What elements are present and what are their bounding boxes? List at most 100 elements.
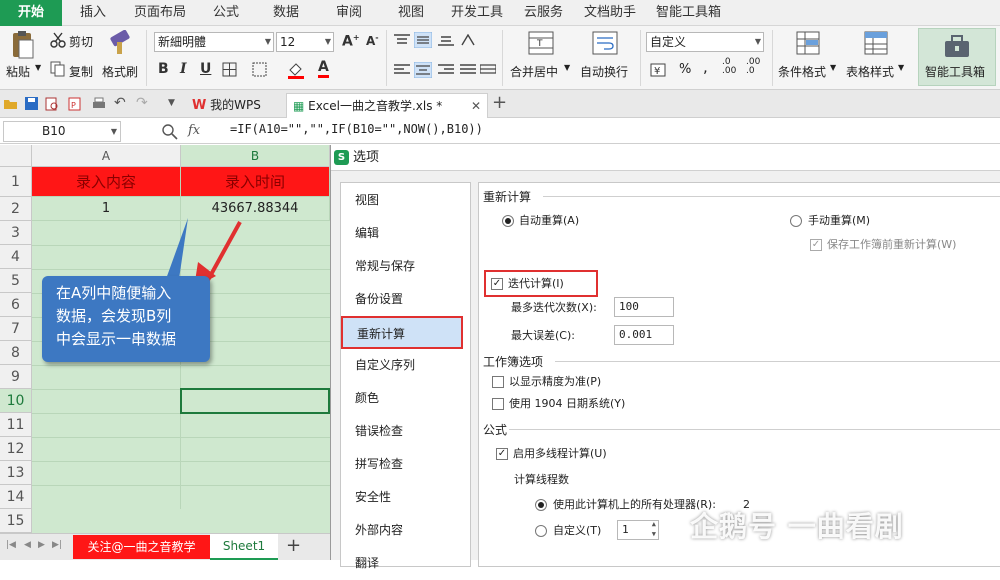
date1904-checkbox[interactable]	[492, 398, 504, 410]
max-change-input[interactable]: 0.001	[614, 325, 674, 345]
grow-font-icon[interactable]: A+	[342, 33, 360, 50]
number-format-select[interactable]: 自定义 ▼	[646, 32, 764, 52]
save-recalc-checkbox[interactable]: ✓	[810, 239, 822, 251]
row-header[interactable]: 8	[0, 341, 32, 365]
use-all-radio[interactable]	[535, 499, 547, 511]
cell-b1[interactable]: 录入时间	[181, 167, 330, 197]
row-header[interactable]: 2	[0, 197, 32, 221]
distributed-icon[interactable]	[480, 64, 496, 76]
column-header-a[interactable]: A	[32, 145, 181, 167]
row-header[interactable]: 6	[0, 293, 32, 317]
row-header[interactable]: 7	[0, 317, 32, 341]
open-folder-icon[interactable]	[4, 98, 18, 110]
tab-page-layout[interactable]: 页面布局	[134, 0, 186, 26]
row-header[interactable]: 4	[0, 245, 32, 269]
multithread-checkbox[interactable]: ✓	[496, 448, 508, 460]
copy-icon[interactable]	[50, 61, 66, 77]
tab-data[interactable]: 数据	[273, 0, 299, 26]
nav-recalculation[interactable]: 重新计算	[341, 316, 463, 349]
zoom-icon[interactable]	[162, 124, 178, 140]
row-header[interactable]: 14	[0, 485, 32, 509]
cell-style-icon[interactable]	[252, 62, 268, 78]
auto-calc-label[interactable]: 自动重算(A)	[519, 214, 579, 228]
custom-threads-radio[interactable]	[535, 525, 547, 537]
tab-view[interactable]: 视图	[398, 0, 424, 26]
tab-insert[interactable]: 插入	[80, 0, 106, 26]
iterative-label[interactable]: 迭代计算(I)	[508, 277, 564, 291]
paste-button[interactable]: 粘贴	[6, 63, 30, 80]
nav-external-content[interactable]: 外部内容	[341, 514, 470, 547]
tab-document[interactable]: ▦ Excel一曲之音教学.xls * ✕	[286, 93, 488, 118]
new-tab-button[interactable]: +	[492, 92, 507, 113]
cond-format-button[interactable]: 条件格式	[778, 63, 826, 80]
active-cell-b10[interactable]	[180, 388, 330, 414]
save-recalc-label[interactable]: 保存工作簿前重新计算(W)	[827, 238, 956, 252]
sheet-nav-last-icon[interactable]: ▶|	[52, 540, 62, 550]
sheet-tab-follow[interactable]: 关注@一曲之音教学	[73, 535, 210, 559]
manual-calc-radio[interactable]	[790, 215, 802, 227]
merge-center-icon[interactable]: T	[528, 30, 554, 58]
chevron-down-icon[interactable]: ▼	[898, 63, 904, 72]
column-header-b[interactable]: B	[181, 145, 330, 167]
redo-icon[interactable]: ↷	[136, 95, 148, 111]
row-header[interactable]: 11	[0, 413, 32, 437]
scissors-icon[interactable]	[50, 32, 66, 48]
bold-button[interactable]: B	[158, 61, 169, 77]
tab-formulas[interactable]: 公式	[213, 0, 239, 26]
sheet-nav-next-icon[interactable]: ▶	[38, 540, 45, 550]
comma-button[interactable]: ,	[703, 58, 708, 76]
row-header[interactable]: 9	[0, 365, 32, 389]
wrap-text-icon[interactable]	[592, 30, 618, 58]
tab-my-wps[interactable]: W 我的WPS	[186, 93, 288, 118]
copy-button[interactable]: 复制	[69, 63, 93, 80]
align-center-icon[interactable]	[414, 62, 432, 78]
export-pdf-icon[interactable]: P	[68, 97, 82, 111]
chevron-down-icon[interactable]: ▼	[564, 63, 570, 72]
wrap-text-button[interactable]: 自动换行	[580, 63, 628, 80]
nav-view[interactable]: 视图	[341, 184, 470, 217]
font-name-select[interactable]: 新細明體 ▼	[154, 32, 274, 52]
tab-developer[interactable]: 开发工具	[451, 0, 503, 26]
precision-label[interactable]: 以显示精度为准(P)	[509, 375, 601, 389]
shrink-font-icon[interactable]: A-	[366, 33, 379, 48]
spinner-icon[interactable]: ▲ ▼	[652, 519, 656, 539]
borders-icon[interactable]	[222, 62, 238, 78]
nav-general-save[interactable]: 常规与保存	[341, 250, 470, 283]
cut-button[interactable]: 剪切	[69, 33, 93, 50]
tab-review[interactable]: 审阅	[336, 0, 362, 26]
sheet-nav-first-icon[interactable]: |◀	[6, 540, 16, 550]
auto-calc-radio[interactable]	[502, 215, 514, 227]
merge-center-button[interactable]: 合并居中	[510, 63, 558, 80]
table-style-icon[interactable]	[864, 30, 890, 58]
format-painter-icon[interactable]	[107, 30, 133, 56]
row-header[interactable]: 1	[0, 167, 32, 197]
format-painter-button[interactable]: 格式刷	[102, 63, 138, 80]
date1904-label[interactable]: 使用 1904 日期系统(Y)	[509, 397, 625, 411]
row-header[interactable]: 10	[0, 389, 32, 413]
decrease-decimal-icon[interactable]: .00.0	[746, 58, 760, 76]
sheet-nav-prev-icon[interactable]: ◀	[24, 540, 31, 550]
multithread-label[interactable]: 启用多线程计算(U)	[513, 447, 607, 461]
chevron-down-icon[interactable]: ▼	[830, 63, 836, 72]
paste-dropdown-icon[interactable]: ▼	[35, 63, 41, 72]
name-box[interactable]: B10 ▼	[3, 121, 121, 142]
align-top-icon[interactable]	[394, 34, 410, 46]
italic-button[interactable]: I	[180, 61, 187, 77]
row-header[interactable]: 5	[0, 269, 32, 293]
formula-input[interactable]: =IF(A10="","",IF(B10="",NOW(),B10))	[230, 122, 483, 136]
fx-button[interactable]: fx	[188, 123, 200, 138]
font-color-icon[interactable]: A	[318, 59, 329, 78]
text-direction-icon[interactable]	[460, 34, 476, 46]
align-bottom-icon[interactable]	[438, 34, 454, 46]
manual-calc-label[interactable]: 手动重算(M)	[808, 214, 870, 228]
table-style-button[interactable]: 表格样式	[846, 63, 894, 80]
tab-smart-toolbox[interactable]: 智能工具箱	[656, 0, 721, 26]
fill-color-icon[interactable]	[286, 60, 306, 80]
print-icon[interactable]	[92, 97, 106, 111]
nav-edit[interactable]: 编辑	[341, 217, 470, 250]
font-size-select[interactable]: 12 ▼	[276, 32, 334, 52]
precision-checkbox[interactable]	[492, 376, 504, 388]
tab-cloud[interactable]: 云服务	[524, 0, 563, 26]
nav-error-check[interactable]: 错误检查	[341, 415, 470, 448]
print-preview-icon[interactable]	[45, 97, 59, 111]
